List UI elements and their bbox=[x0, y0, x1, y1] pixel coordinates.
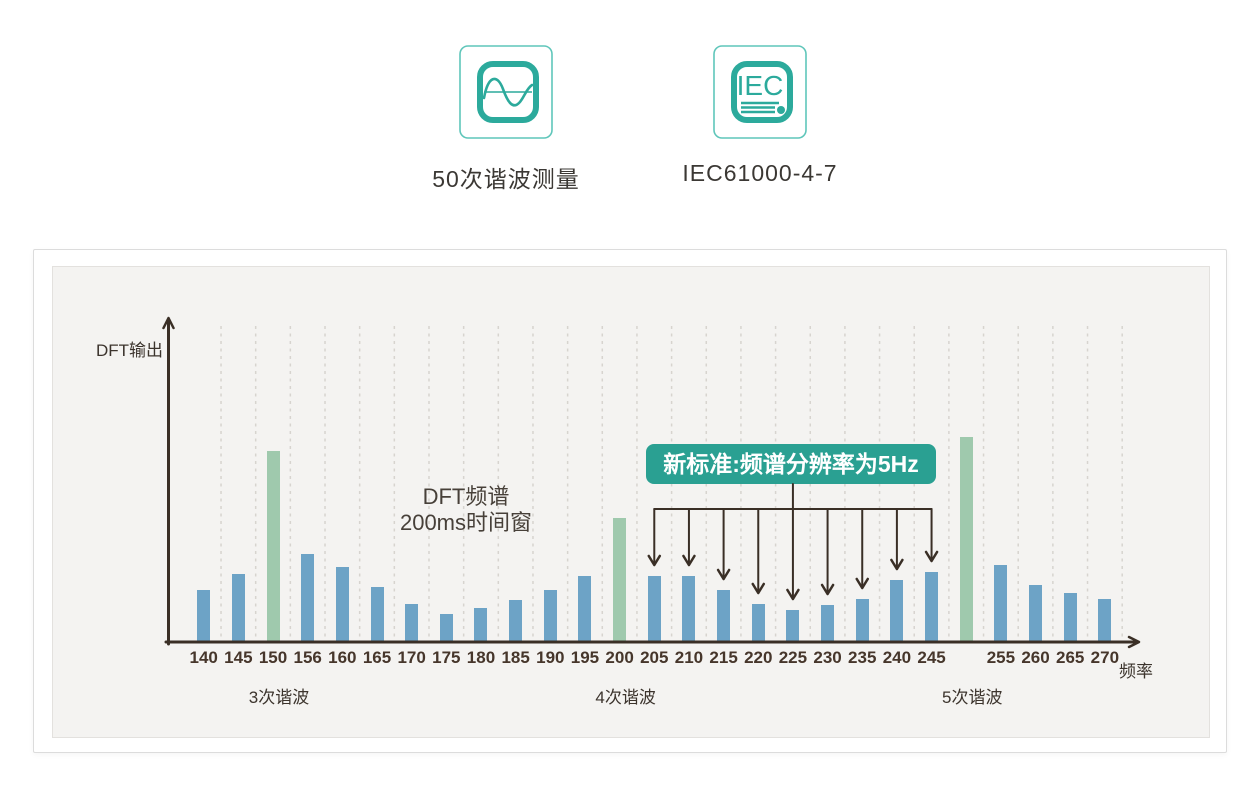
iec-icon-text: IEC bbox=[737, 70, 784, 101]
sine-wave-icon bbox=[459, 45, 553, 139]
feature-label-iec: IEC61000-4-7 bbox=[682, 160, 838, 186]
feature-harmonic-measurement: 50次谐波测量 bbox=[412, 45, 600, 194]
page: 50次谐波测量 IEC IEC61000-4-7 DFT输出 频率 DFT频谱 bbox=[0, 0, 1260, 800]
feature-iec-standard: IEC IEC61000-4-7 bbox=[666, 45, 854, 187]
iec-document-icon: IEC bbox=[713, 45, 807, 139]
chart-panel: DFT输出 频率 DFT频谱 200ms时间窗 新标准:频谱分辨率为5Hz 14… bbox=[33, 249, 1227, 753]
chart-plot: DFT输出 频率 DFT频谱 200ms时间窗 新标准:频谱分辨率为5Hz 14… bbox=[53, 267, 1209, 737]
chart-area: DFT输出 频率 DFT频谱 200ms时间窗 新标准:频谱分辨率为5Hz 14… bbox=[52, 266, 1210, 738]
axes-and-arrows-layer bbox=[162, 316, 1141, 649]
feature-label-harmonic: 50次谐波测量 bbox=[432, 166, 580, 192]
